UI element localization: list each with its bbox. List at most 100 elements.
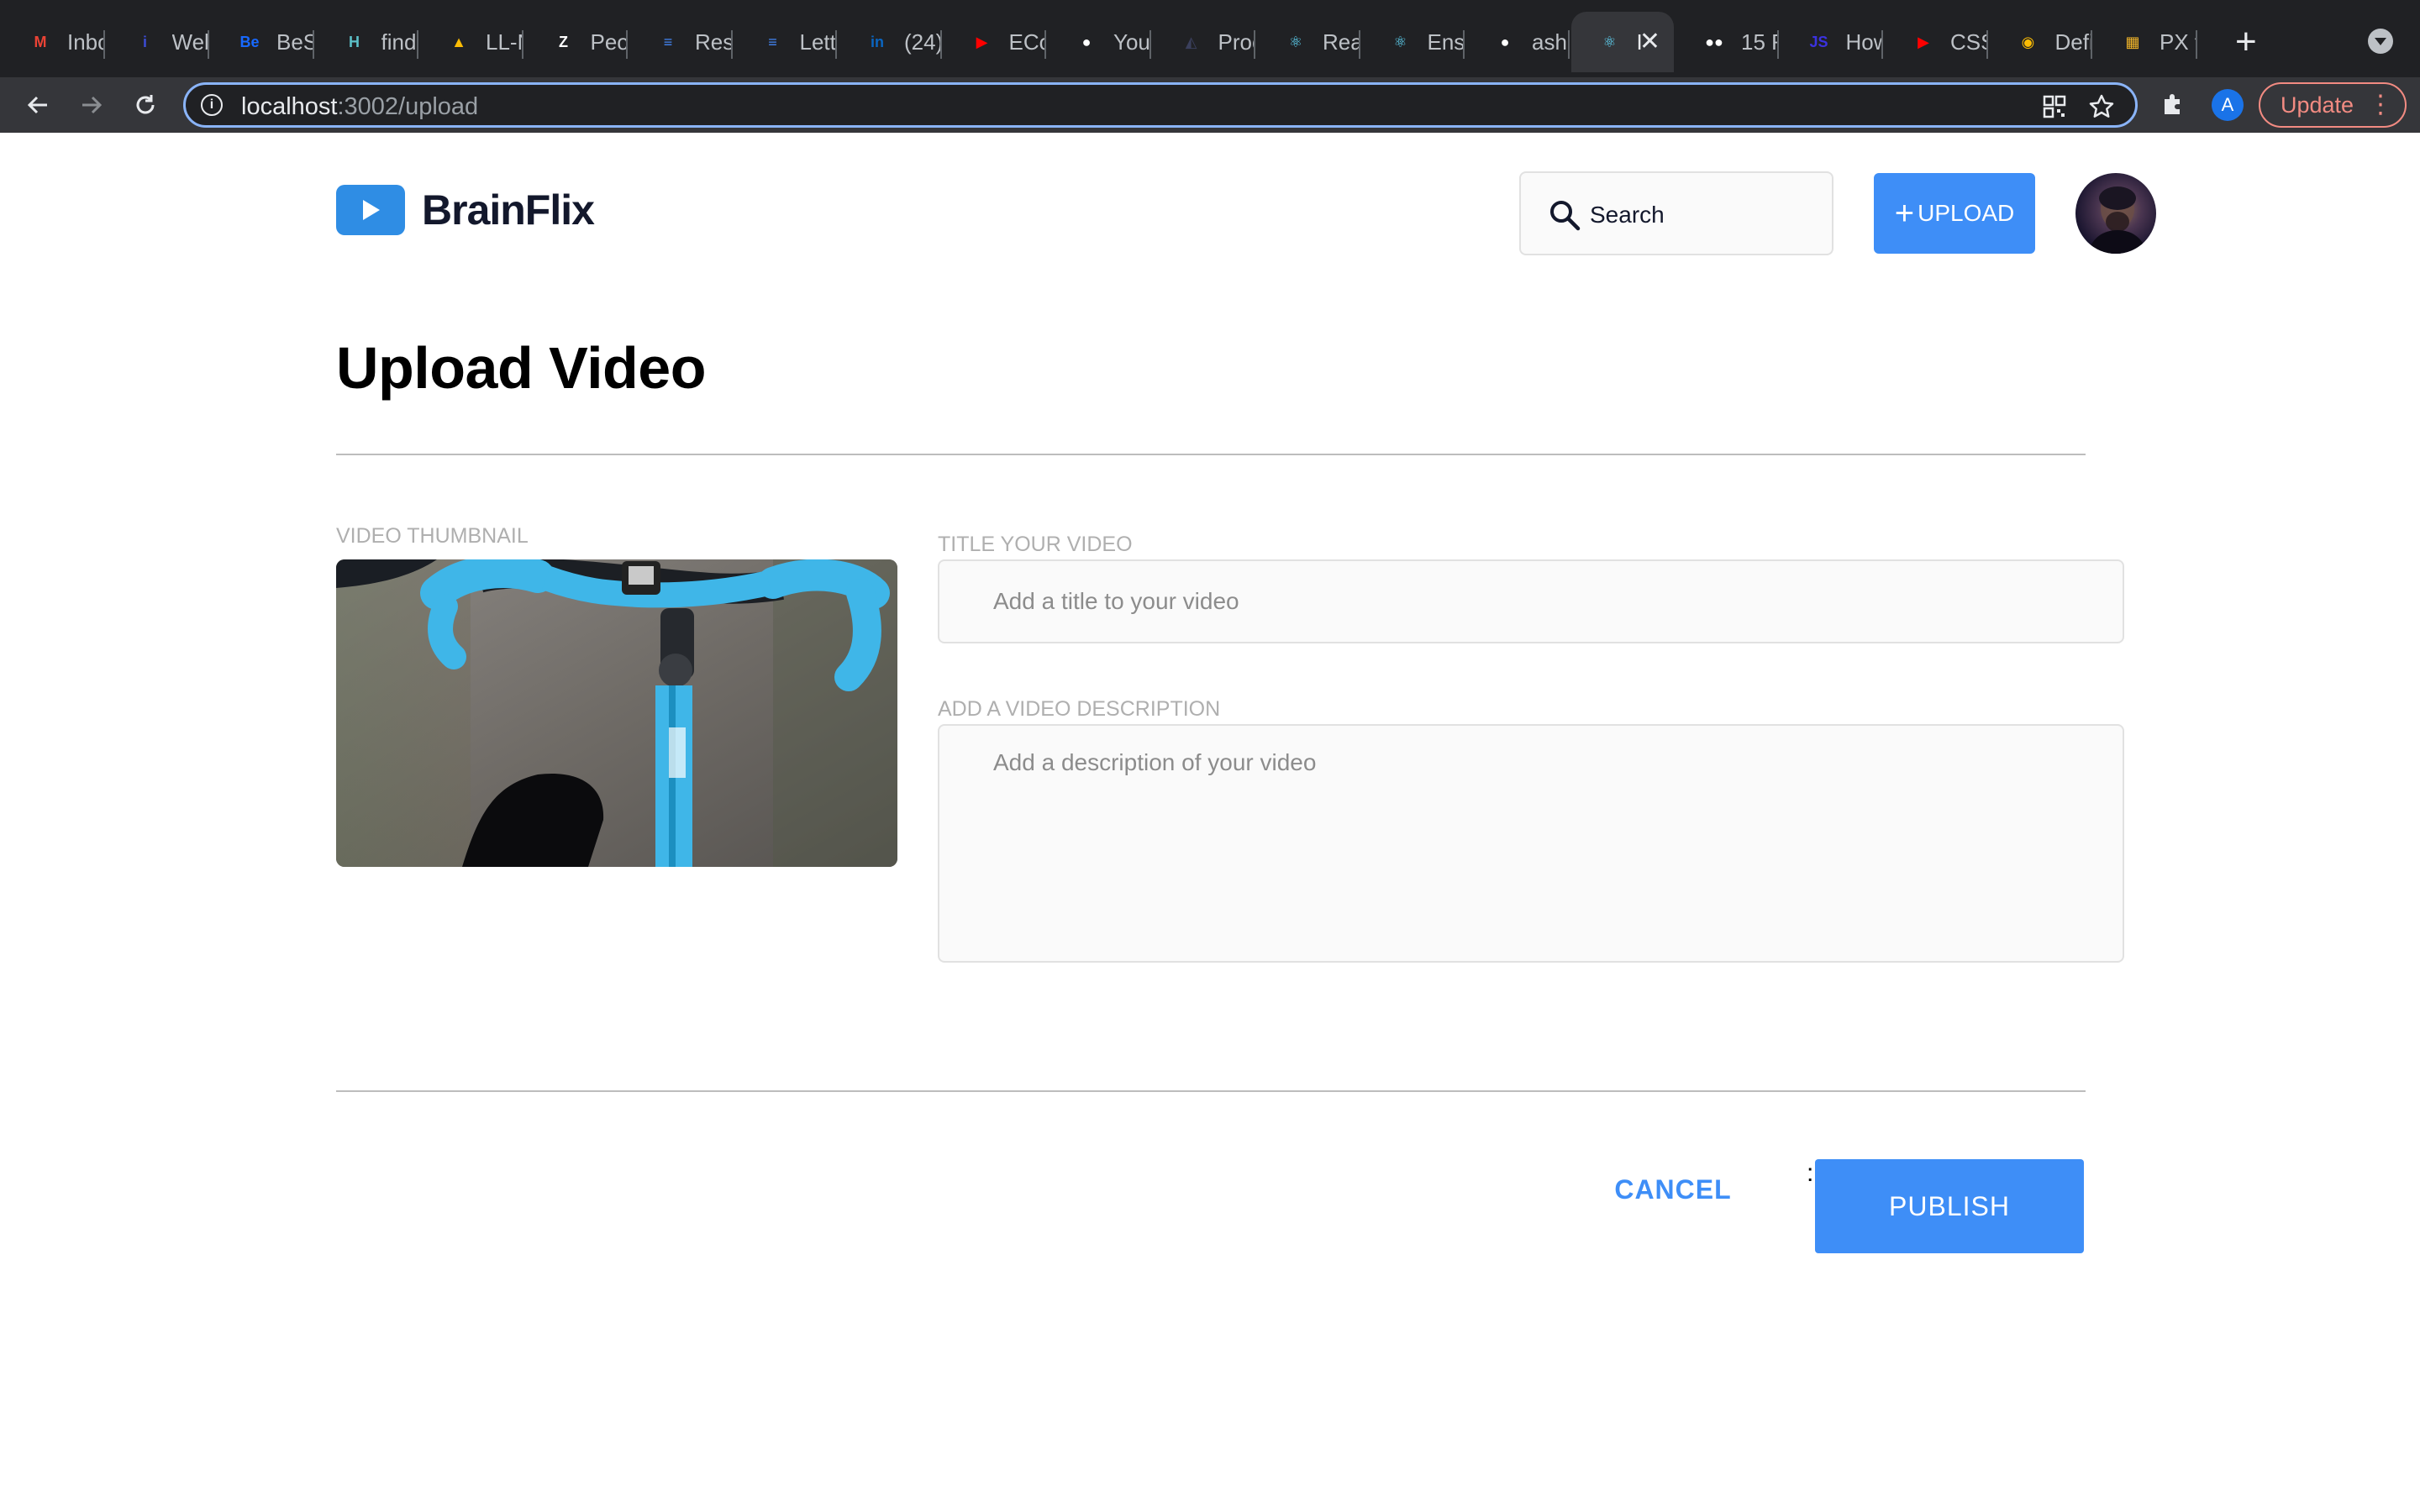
tab-separator — [1254, 30, 1255, 59]
tab-title: (24) — [904, 29, 942, 55]
browser-tab[interactable]: in (24) — [839, 12, 942, 72]
chrome-icon: ◉ — [2021, 33, 2035, 50]
browser-toolbar: i localhost:3002/upload A Update ⋮ — [0, 77, 2420, 133]
user-avatar[interactable] — [2075, 173, 2156, 254]
tab-separator — [1986, 30, 1988, 59]
tab-title: Inbox — [67, 29, 105, 55]
tab-title: Rea — [1323, 29, 1360, 55]
browser-tab[interactable]: i Web — [107, 12, 210, 72]
browser-tab[interactable]: ▦ PX t — [2094, 12, 2197, 72]
reload-button[interactable] — [124, 84, 166, 126]
site-info-icon[interactable]: i — [201, 94, 223, 116]
tab-title: Ens — [1427, 29, 1465, 55]
search-field[interactable] — [1519, 171, 1833, 255]
video-thumbnail — [336, 559, 897, 867]
youtube-icon: ▶ — [1918, 33, 1929, 50]
tab-separator — [103, 30, 105, 59]
tab-separator — [417, 30, 418, 59]
tab-separator — [730, 30, 733, 59]
tab-separator — [1358, 30, 1360, 59]
tab-title: Res — [695, 29, 733, 55]
close-tab-icon[interactable]: ✕ — [1639, 27, 1660, 57]
browser-tab[interactable]: Be BeS — [211, 12, 314, 72]
tab-separator — [2195, 30, 2197, 59]
browser-tab[interactable]: ▶ ECo — [944, 12, 1047, 72]
address-bar[interactable]: i localhost:3002/upload — [183, 82, 2138, 128]
qr-code-icon[interactable] — [2039, 92, 2070, 122]
tab-search-icon[interactable] — [2368, 29, 2393, 54]
tab-separator — [521, 30, 523, 59]
url-text[interactable]: localhost:3002/upload — [241, 93, 478, 121]
video-title-input[interactable] — [938, 559, 2124, 643]
description-field-label: ADD A VIDEO DESCRIPTION — [938, 697, 1221, 721]
zendesk-icon: Z — [559, 33, 568, 50]
browser-tab[interactable]: ● ash — [1466, 12, 1570, 72]
tab-title: Web — [171, 29, 210, 55]
browser-tab[interactable]: ≡ Res — [629, 12, 733, 72]
cancel-button[interactable]: CANCEL — [1597, 1159, 1749, 1220]
browser-tab-strip: MInbox i WebBeBeSHfind▲LL-NZPeo≡Res≡Lettin… — [0, 0, 2420, 77]
publish-button[interactable]: PUBLISH — [1815, 1159, 2084, 1253]
browser-tab[interactable]: ≡ Lett — [734, 12, 837, 72]
google-drive-icon: ▲ — [451, 33, 466, 50]
forward-button[interactable] — [71, 84, 113, 126]
browser-tab[interactable]: ⚛ I ✕ — [1570, 12, 1674, 72]
new-tab-button[interactable]: + — [2235, 20, 2257, 64]
browser-update-button[interactable]: Update ⋮ — [2259, 82, 2407, 128]
tab-title: ECo — [1008, 29, 1047, 55]
tab-title: How — [1845, 29, 1884, 55]
upload-label: UPLOAD — [1918, 200, 2015, 226]
logo-text: BrainFlix — [422, 186, 595, 234]
browser-tab[interactable]: ◉ Defi — [1990, 12, 2093, 72]
browser-tab[interactable]: ⚛ Ens — [1362, 12, 1465, 72]
video-description-textarea[interactable] — [938, 724, 2124, 963]
github-icon: ● — [1081, 33, 1092, 50]
tab-separator — [1881, 30, 1883, 59]
browser-tab[interactable]: ⚛ Rea — [1257, 12, 1360, 72]
tab-separator — [208, 30, 209, 59]
tab-separator — [1776, 30, 1779, 59]
procreate-icon: ◭ — [1185, 33, 1197, 50]
tab-separator — [1567, 30, 1570, 59]
info-icon: i — [142, 33, 147, 50]
play-logo-icon — [336, 185, 405, 235]
react-icon: ⚛ — [1602, 33, 1617, 50]
browser-tab[interactable]: JS How — [1781, 12, 1884, 72]
tab-title: ash — [1532, 29, 1567, 55]
tab-separator — [1044, 30, 1046, 59]
tab-separator — [626, 30, 628, 59]
tab-separator — [1463, 30, 1465, 59]
tab-title: Defi — [2054, 29, 2093, 55]
javascript-icon: JS — [1809, 33, 1828, 50]
browser-tab[interactable]: ▲ LL-N — [420, 12, 523, 72]
search-input[interactable] — [1590, 195, 1817, 235]
brainflix-logo[interactable]: BrainFlix — [336, 185, 595, 235]
react-icon: ⚛ — [1288, 33, 1303, 50]
tab-separator — [835, 30, 837, 59]
browser-tab[interactable]: ●● 15 R — [1676, 12, 1779, 72]
browser-tab[interactable]: M Inbox — [2, 12, 105, 72]
browser-tab[interactable]: ● You — [1048, 12, 1151, 72]
hex-icon: H — [349, 33, 360, 50]
browser-tab[interactable]: ◭ Proc — [1153, 12, 1255, 72]
tab-title: Lett — [799, 29, 836, 55]
brainflix-page: BrainFlix + UPLOAD Upload Video VIDEO TH… — [0, 133, 2420, 1512]
profile-avatar-button[interactable]: A — [2212, 89, 2244, 121]
react-icon: ⚛ — [1393, 33, 1407, 50]
browser-tab[interactable]: ▶ CSS — [1885, 12, 1988, 72]
extensions-puzzle-icon[interactable] — [2158, 89, 2188, 119]
upload-button[interactable]: + UPLOAD — [1874, 173, 2035, 254]
kebab-menu-icon[interactable]: ⋮ — [2368, 84, 2393, 126]
browser-tab[interactable]: Hfind — [316, 12, 418, 72]
search-icon — [1550, 201, 1581, 231]
stray-text: : — [1807, 1159, 1814, 1187]
plus-icon: + — [1894, 195, 1915, 232]
browser-tab[interactable]: Z Peo — [525, 12, 628, 72]
bookmark-star-icon[interactable] — [2086, 92, 2117, 122]
tab-title: PX t — [2160, 29, 2197, 55]
user-portrait-image — [2087, 186, 2148, 254]
back-button[interactable] — [17, 84, 59, 126]
page-title: Upload Video — [336, 335, 706, 401]
bottom-divider — [336, 1090, 2086, 1092]
title-field-label: TITLE YOUR VIDEO — [938, 533, 1133, 556]
